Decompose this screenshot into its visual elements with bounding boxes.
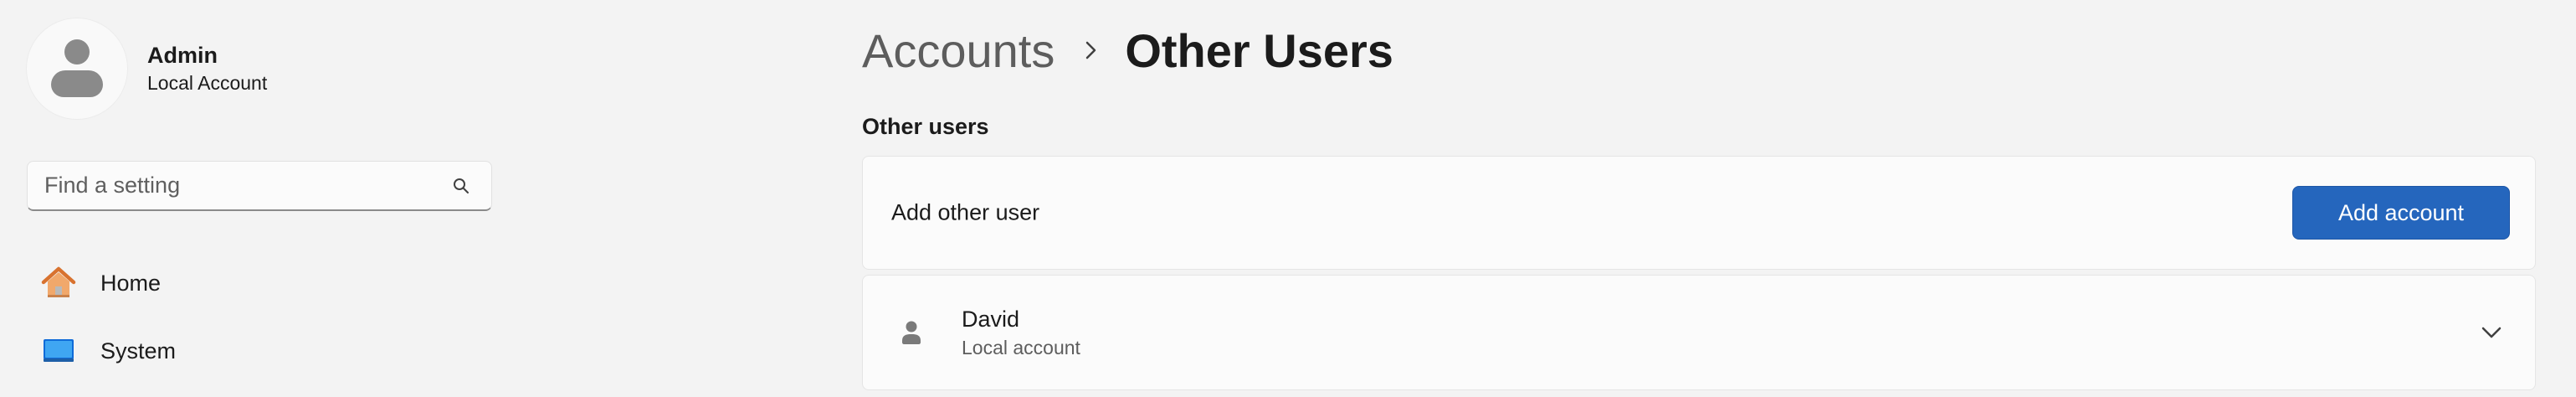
- system-icon: [40, 333, 77, 369]
- profile-account-type: Local Account: [147, 72, 268, 94]
- profile-name: Admin: [147, 43, 218, 68]
- chevron-down-icon[interactable]: [2476, 317, 2507, 348]
- sidebar-item-home[interactable]: Home: [27, 255, 492, 312]
- sidebar-item-label: Home: [100, 270, 162, 296]
- home-icon: [40, 265, 77, 302]
- search-input[interactable]: [28, 172, 444, 199]
- person-icon: [895, 316, 928, 349]
- breadcrumb-accounts-link[interactable]: Accounts: [862, 23, 1055, 78]
- chevron-right-icon: [1083, 39, 1100, 62]
- sidebar: Admin Local Account Home: [0, 0, 519, 397]
- add-other-user-label: Add other user: [891, 199, 1040, 225]
- add-other-user-card: Add other user Add account: [862, 156, 2536, 270]
- add-account-button[interactable]: Add account: [2292, 186, 2510, 240]
- user-row-david[interactable]: David Local account: [862, 275, 2536, 390]
- page-title: Other Users: [1125, 23, 1393, 77]
- sidebar-item-system[interactable]: System: [27, 322, 492, 379]
- user-profile[interactable]: Admin Local Account: [27, 18, 267, 119]
- avatar[interactable]: [27, 18, 127, 119]
- section-title: Other users: [862, 114, 989, 139]
- search-box[interactable]: [27, 161, 492, 211]
- breadcrumb: Accounts Other Users: [862, 18, 1393, 82]
- avatar-person-icon: [64, 39, 90, 64]
- user-account-type: Local account: [962, 337, 1080, 358]
- user-name: David: [962, 307, 1020, 332]
- search-icon[interactable]: [444, 169, 478, 203]
- sidebar-item-label: System: [100, 338, 177, 363]
